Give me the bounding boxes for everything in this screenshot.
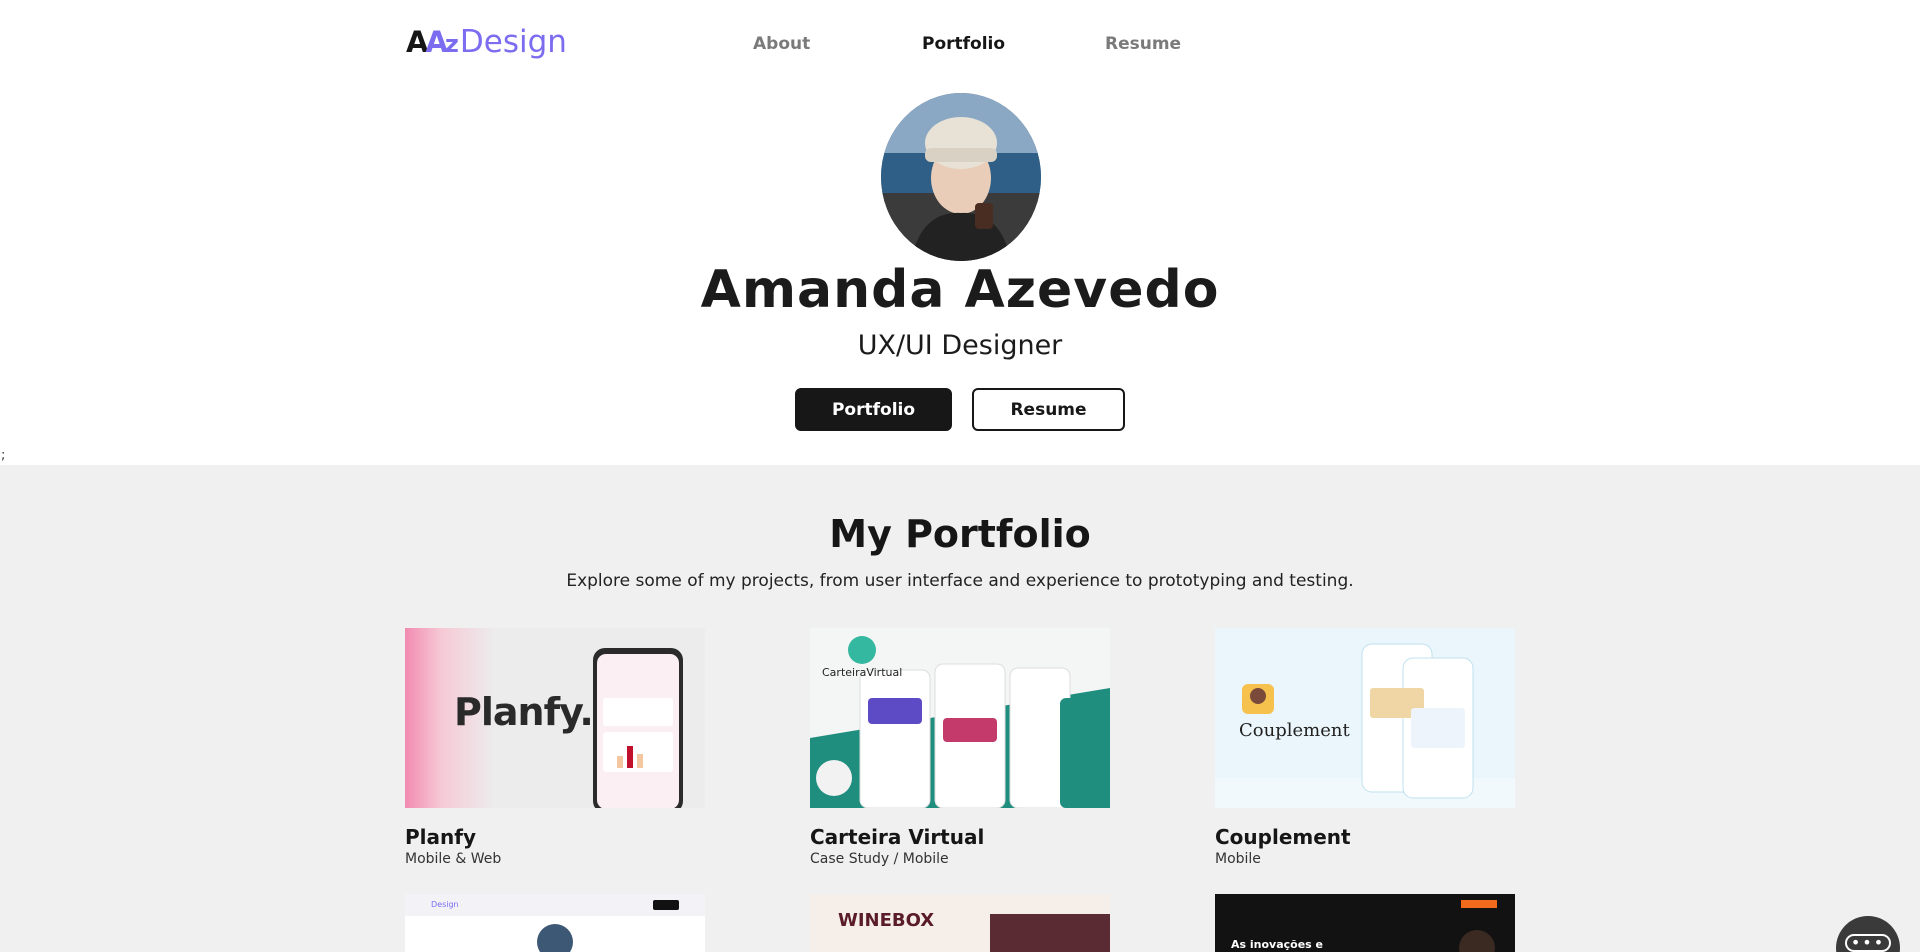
planfy-thumb-logo: Planfy. <box>454 690 594 734</box>
project-thumbnail[interactable]: Design <box>405 894 705 952</box>
chat-bubble-icon: ••• <box>1844 934 1892 952</box>
hero-role: UX/UI Designer <box>857 330 1063 361</box>
project-title[interactable]: Planfy <box>405 825 705 849</box>
nav-link-resume[interactable]: Resume <box>1105 34 1181 54</box>
project-subtitle: Mobile <box>1215 851 1261 867</box>
profile-avatar <box>881 93 1041 261</box>
carteira-thumb-logo: CarteiraVirtual <box>822 666 903 679</box>
hero-name: Amanda Azevedo <box>700 260 1220 320</box>
project-card-portfolio-site[interactable]: Design <box>405 894 705 952</box>
project-card-winebox[interactable]: WINEBOX <box>810 894 1110 952</box>
project-card-planfy[interactable]: Planfy. Planfy Mobile & Web <box>405 628 705 867</box>
project-title[interactable]: Couplement <box>1215 825 1515 849</box>
project-card-couplement[interactable]: Couplement Couplement Mobile <box>1215 628 1515 867</box>
nav-link-about[interactable]: About <box>753 34 810 54</box>
portfolio-button[interactable]: Portfolio <box>795 388 952 431</box>
project-card-ignicao-digital[interactable]: As inovações e <box>1215 894 1515 952</box>
project-thumbnail[interactable]: Planfy. <box>405 628 705 808</box>
project-thumbnail[interactable]: Couplement <box>1215 628 1515 808</box>
project-thumbnail[interactable]: WINEBOX <box>810 894 1110 952</box>
portfolio-title: My Portfolio <box>829 512 1091 556</box>
site-header: AAz Design About Portfolio Resume <box>0 0 1920 88</box>
ignicao-thumb-headline: As inovações e <box>1231 938 1324 951</box>
project-subtitle: Case Study / Mobile <box>810 851 949 867</box>
nav-link-portfolio[interactable]: Portfolio <box>922 34 1005 54</box>
project-subtitle: Mobile & Web <box>405 851 502 867</box>
project-title[interactable]: Carteira Virtual <box>810 825 1110 849</box>
main-nav: About Portfolio Resume <box>0 34 1920 56</box>
portfolio-site-thumb-logo: Design <box>431 900 459 909</box>
project-card-carteira-virtual[interactable]: CarteiraVirtual Carteira Virtual Case St… <box>810 628 1110 867</box>
resume-button[interactable]: Resume <box>972 388 1125 431</box>
stray-text: ; <box>1 448 6 463</box>
project-thumbnail[interactable]: CarteiraVirtual <box>810 628 1110 808</box>
portfolio-subtitle: Explore some of my projects, from user i… <box>566 571 1354 591</box>
winebox-thumb-logo: WINEBOX <box>838 910 935 931</box>
portfolio-section: My Portfolio Explore some of my projects… <box>0 465 1920 952</box>
project-thumbnail[interactable]: As inovações e <box>1215 894 1515 952</box>
couplement-thumb-logo: Couplement <box>1239 720 1350 741</box>
